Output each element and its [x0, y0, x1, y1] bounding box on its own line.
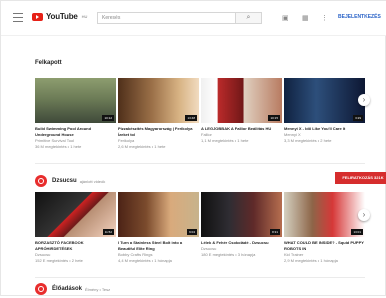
video-stats: 1,1 M megtekintés • 1 hete: [201, 138, 249, 143]
video-meta: I Turn a Stainless Steel Bolt into a Bea…: [118, 240, 199, 264]
video-title[interactable]: WHAT COULD BE INSIDE? - Squid PUPPY ROBO…: [284, 240, 365, 252]
carousel-next-arrow[interactable]: ›: [358, 94, 370, 106]
section-divider: [35, 163, 365, 164]
chevron-right-icon: ›: [362, 210, 366, 219]
video-stats: 4,4 M megtekintés • 1 hónapja: [118, 258, 172, 263]
youtube-logo[interactable]: YouTube HU: [32, 12, 87, 21]
video-meta: BORZASZTÓ FACEBOOK APRÓHIRDETÉSEK Dzsucs…: [35, 240, 116, 264]
video-thumbnail[interactable]: 8:31: [201, 192, 282, 237]
menu-icon[interactable]: [13, 13, 23, 22]
video-title[interactable]: A LEGJOBBAK A Fallior Beállítás HU: [201, 126, 282, 132]
channel-name[interactable]: Dzsucsu: [52, 178, 77, 184]
video-meta: WHAT COULD BE INSIDE? - Squid PUPPY ROBO…: [284, 240, 365, 264]
youtube-home: YouTube HU Keresés ⌕ ▣ ▦ ⋮ BEJELENTKEZÉS…: [0, 0, 386, 296]
video-stats: 2,6 M megtekintés • 1 hete: [118, 144, 166, 149]
header: YouTube HU Keresés ⌕ ▣ ▦ ⋮ BEJELENTKEZÉS: [1, 1, 386, 36]
duration-badge: 3:29: [353, 115, 363, 121]
video-stats: 3,3 M megtekintés • 2 hete: [284, 138, 332, 143]
duration-badge: 9:04: [187, 229, 197, 235]
duration-badge: 8:31: [270, 229, 280, 235]
channel-avatar[interactable]: [35, 283, 47, 295]
channel-row: Élőadások Élmény • Tesz: [35, 280, 365, 298]
video-stats: 2,9 M megtekintés • 1 hónapja: [284, 258, 338, 263]
channel-note: ajánlott videók: [79, 178, 106, 184]
section-divider: [35, 277, 365, 278]
search-icon: ⌕: [246, 14, 251, 21]
video-stats: 180 E megtekintés • 3 hónapja: [201, 252, 256, 257]
more-icon[interactable]: ⋮: [321, 14, 328, 22]
apps-icon[interactable]: ▦: [302, 14, 309, 22]
duration-badge: 10:12: [102, 115, 114, 121]
video-thumbnail[interactable]: 13:01: [284, 192, 365, 237]
video-title[interactable]: Pizzakészítés Magyarország | Ferikolya Í…: [118, 126, 199, 138]
video-meta: Mennyi X - Idő Like You'll Care It Menny…: [284, 126, 365, 144]
video-thumbnail[interactable]: 11:52: [35, 192, 116, 237]
video-meta: Lélek & Fehér Csokoládé - Dzsucsu Dzsucs…: [201, 240, 282, 258]
video-stats: 152 E megtekintés • 2 hete: [35, 258, 83, 263]
video-thumbnail[interactable]: 9:04: [118, 192, 199, 237]
duration-badge: 13:01: [351, 229, 363, 235]
channel-note: Élmény • Tesz: [85, 286, 111, 292]
video-thumbnail[interactable]: 10:15: [201, 78, 282, 123]
search-input[interactable]: Keresés: [97, 12, 235, 24]
video-thumbnail[interactable]: 13:48: [118, 78, 199, 123]
subscribe-button[interactable]: FELIRATKOZÁS 321K: [335, 172, 386, 184]
carousel-next-arrow[interactable]: ›: [358, 209, 370, 221]
camera-icon[interactable]: ▣: [282, 14, 289, 22]
video-title[interactable]: BORZASZTÓ FACEBOOK APRÓHIRDETÉSEK: [35, 240, 116, 252]
channel-name[interactable]: Élőadások: [52, 286, 82, 292]
section-title-trending: Felkapott: [35, 60, 62, 66]
logo-text: YouTube: [46, 12, 78, 21]
logo-region: HU: [81, 14, 88, 19]
video-meta: Build Swimming Pool Around Underground H…: [35, 126, 116, 150]
play-logo-icon: [32, 12, 43, 21]
video-meta: Pizzakészítés Magyarország | Ferikolya Í…: [118, 126, 199, 150]
sign-in-button[interactable]: BEJELENTKEZÉS: [338, 14, 381, 20]
video-thumbnail[interactable]: 3:29: [284, 78, 365, 123]
video-thumbnail[interactable]: 10:12: [35, 78, 116, 123]
video-title[interactable]: Build Swimming Pool Around Underground H…: [35, 126, 116, 138]
channel-row: Dzsucsu ajánlott videók FELIRATKOZÁS 321…: [35, 172, 386, 190]
video-title[interactable]: I Turn a Stainless Steel Bolt into a Bea…: [118, 240, 199, 252]
video-meta: A LEGJOBBAK A Fallior Beállítás HU Falli…: [201, 126, 282, 144]
search-button[interactable]: ⌕: [235, 12, 262, 24]
video-stats: 36 M megtekintés • 1 hete: [35, 144, 82, 149]
channel-avatar[interactable]: [35, 175, 47, 187]
duration-badge: 10:15: [268, 115, 280, 121]
chevron-right-icon: ›: [362, 95, 366, 104]
duration-badge: 13:48: [185, 115, 197, 121]
duration-badge: 11:52: [102, 229, 114, 235]
